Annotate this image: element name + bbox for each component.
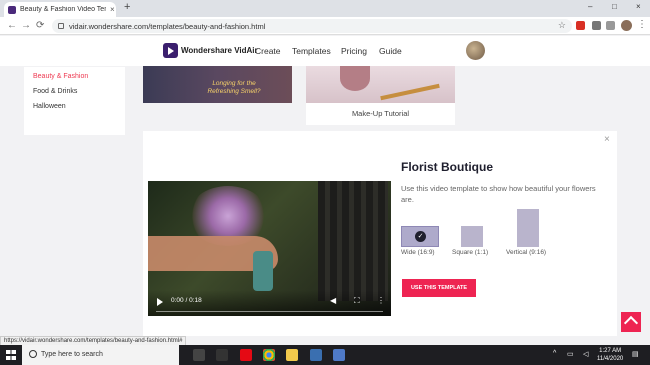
network-icon[interactable]: ▭ (567, 350, 574, 358)
notifications-icon[interactable]: ▤ (632, 350, 639, 358)
user-avatar[interactable] (466, 41, 485, 60)
makeup-jar-shape (340, 66, 370, 91)
media-app-icon[interactable] (216, 349, 228, 361)
forward-icon[interactable]: → (21, 20, 31, 31)
ratio-vertical-label: Vertical (9:16) (506, 249, 547, 256)
nav-pricing[interactable]: Pricing (341, 46, 367, 56)
minimize-button[interactable]: – (588, 2, 592, 11)
clock-time: 1:27 AM (599, 348, 622, 354)
tab-title: Beauty & Fashion Video Templat (20, 6, 106, 13)
category-sidebar: Beauty & Fashion Food & Drinks Halloween (24, 67, 125, 135)
category-food-drinks[interactable]: Food & Drinks (33, 88, 77, 95)
nav-create[interactable]: Create (255, 46, 281, 56)
clock-date: 11/4/2020 (597, 356, 624, 362)
tray-chevron-icon[interactable]: ^ (553, 350, 556, 357)
back-icon[interactable]: ← (7, 20, 17, 31)
play-icon[interactable] (157, 298, 163, 306)
ratio-square-option[interactable] (461, 226, 483, 247)
lock-icon (58, 23, 64, 29)
extension-icon[interactable] (576, 21, 585, 30)
close-icon[interactable]: × (604, 134, 610, 145)
word-app-icon[interactable] (333, 349, 345, 361)
video-player[interactable]: 0:00 / 0:18 ◀ ⛶ ⋮ (148, 181, 391, 316)
photos-app-icon[interactable] (310, 349, 322, 361)
template-title: Florist Boutique (401, 160, 493, 174)
video-progress-bar[interactable] (156, 311, 383, 312)
bookmark-star-icon[interactable]: ☆ (558, 20, 566, 31)
template-description: Use this video template to show how beau… (401, 184, 596, 204)
category-halloween[interactable]: Halloween (33, 103, 66, 110)
close-window-button[interactable]: × (636, 2, 641, 11)
favicon-icon (8, 5, 16, 14)
windows-start-icon[interactable] (6, 350, 16, 360)
browser-tab[interactable]: Beauty & Fashion Video Templat × (4, 2, 116, 17)
vase-image (253, 251, 273, 291)
puzzle-icon[interactable] (592, 21, 601, 30)
vidair-logo-icon[interactable] (163, 43, 178, 58)
video-controls: 0:00 / 0:18 ◀ ⛶ ⋮ (148, 290, 391, 316)
search-icon (29, 350, 37, 358)
scroll-to-top-button[interactable] (621, 312, 641, 332)
reload-icon[interactable]: ⟳ (36, 20, 44, 31)
more-options-icon[interactable]: ⋮ (377, 296, 385, 305)
card-caption: Longing for the Refreshing Smell? (207, 80, 261, 95)
new-tab-button[interactable]: + (124, 1, 130, 13)
logo-text[interactable]: Wondershare VidAir (181, 46, 258, 55)
kebab-menu-icon[interactable]: ⋮ (637, 19, 647, 30)
category-beauty-fashion[interactable]: Beauty & Fashion (33, 73, 88, 80)
ratio-wide-label: Wide (16:9) (401, 249, 435, 256)
maximize-button[interactable]: □ (612, 2, 617, 11)
netflix-icon[interactable] (240, 349, 252, 361)
nav-guide[interactable]: Guide (379, 46, 402, 56)
fullscreen-icon[interactable]: ⛶ (354, 296, 360, 306)
chair-image (318, 181, 388, 301)
taskbar-clock[interactable]: 1:27 AM 11/4/2020 (597, 347, 623, 363)
ratio-vertical-option[interactable] (517, 209, 539, 247)
tab-close-icon[interactable]: × (110, 5, 115, 14)
browser-toolbar: ← → ⟳ vidair.wondershare.com/templates/b… (0, 17, 650, 35)
check-icon: ✓ (415, 231, 426, 242)
profile-avatar[interactable] (621, 20, 632, 31)
file-explorer-icon[interactable] (286, 349, 298, 361)
nav-templates[interactable]: Templates (292, 46, 331, 56)
chrome-icon[interactable] (263, 349, 275, 361)
url-text: vidair.wondershare.com/templates/beauty-… (69, 21, 266, 31)
volume-icon[interactable]: ◀ (330, 296, 336, 305)
volume-tray-icon[interactable]: ◁ (583, 350, 588, 358)
ratio-square-label: Square (1:1) (452, 249, 489, 256)
browser-tabstrip: Beauty & Fashion Video Templat × + – □ × (0, 0, 650, 17)
reading-list-icon[interactable] (606, 21, 615, 30)
taskbar-search-placeholder: Type here to search (41, 351, 103, 358)
address-bar[interactable]: vidair.wondershare.com/templates/beauty-… (52, 19, 572, 33)
video-time: 0:00 / 0:18 (171, 297, 202, 304)
use-template-button[interactable]: USE THIS TEMPLATE (402, 279, 476, 297)
card-title[interactable]: Make-Up Tutorial (306, 103, 455, 125)
task-view-icon[interactable] (193, 349, 205, 361)
